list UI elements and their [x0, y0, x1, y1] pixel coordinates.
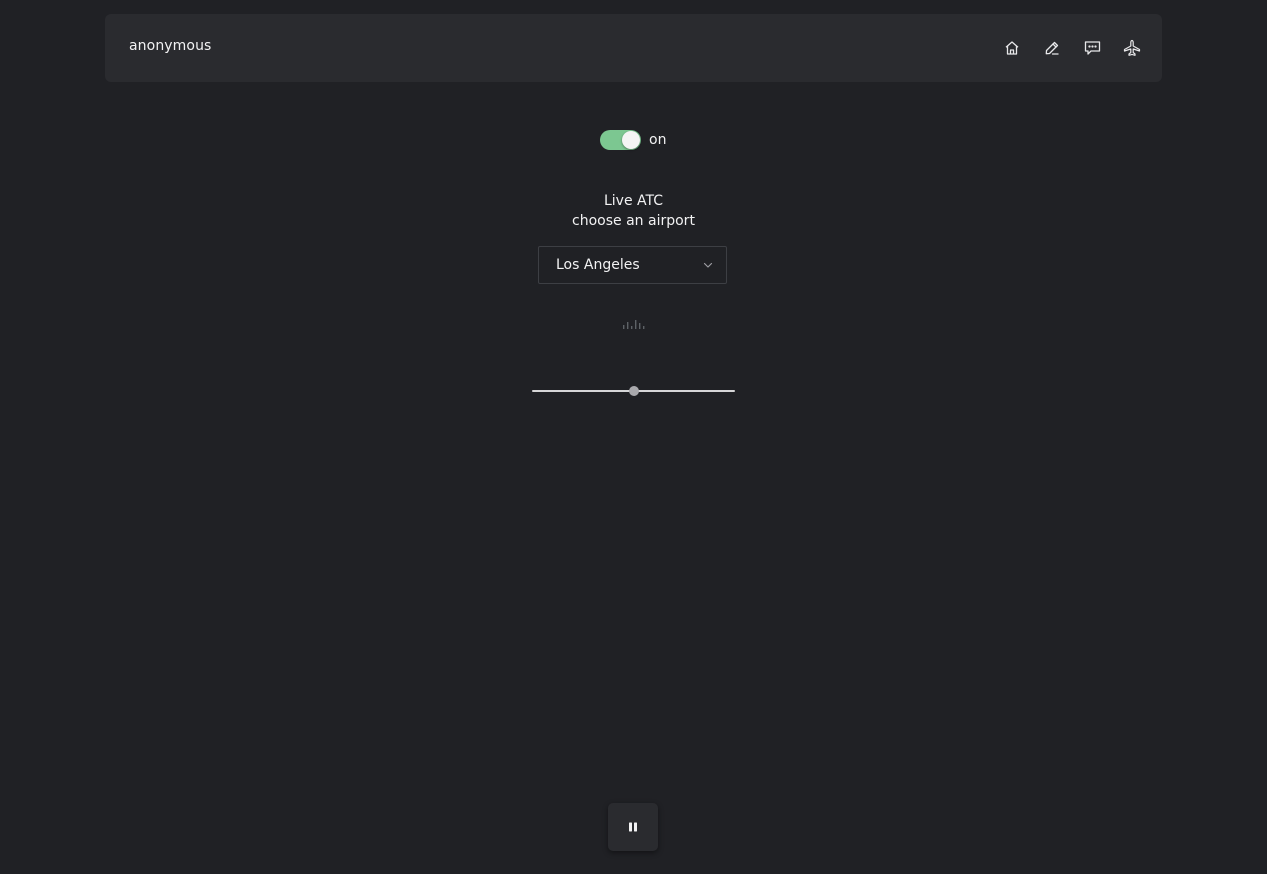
power-toggle-row: on	[600, 130, 666, 150]
page-title: Live ATC	[603, 193, 664, 209]
pencil-icon	[1045, 41, 1059, 55]
power-toggle[interactable]	[600, 130, 641, 150]
page: anonymous on Live ATC choose an airport …	[0, 0, 1267, 874]
toggle-knob	[622, 131, 640, 149]
nav-icon-group	[1002, 36, 1142, 60]
pause-icon	[629, 822, 637, 832]
volume-slider-thumb[interactable]	[628, 386, 639, 396]
airport-select[interactable]: Los Angeles	[538, 246, 727, 284]
pause-button[interactable]	[608, 803, 658, 851]
toggle-label: on	[649, 132, 667, 148]
volume-slider[interactable]	[532, 380, 735, 400]
chevron-down-icon	[703, 262, 713, 268]
audio-level-icon	[623, 320, 645, 329]
flights-button[interactable]	[1122, 36, 1142, 60]
chat-button[interactable]	[1082, 36, 1102, 60]
chat-icon	[1084, 41, 1100, 55]
page-subtitle: choose an airport	[572, 213, 695, 229]
username-label: anonymous	[129, 38, 212, 54]
home-button[interactable]	[1002, 36, 1022, 60]
home-icon	[1005, 41, 1019, 55]
heading-block: Live ATC choose an airport	[0, 191, 1267, 231]
airplane-icon	[1123, 39, 1141, 56]
airport-select-value: Los Angeles	[556, 257, 640, 273]
edit-button[interactable]	[1042, 36, 1062, 60]
top-navigation-bar: anonymous	[105, 14, 1162, 82]
